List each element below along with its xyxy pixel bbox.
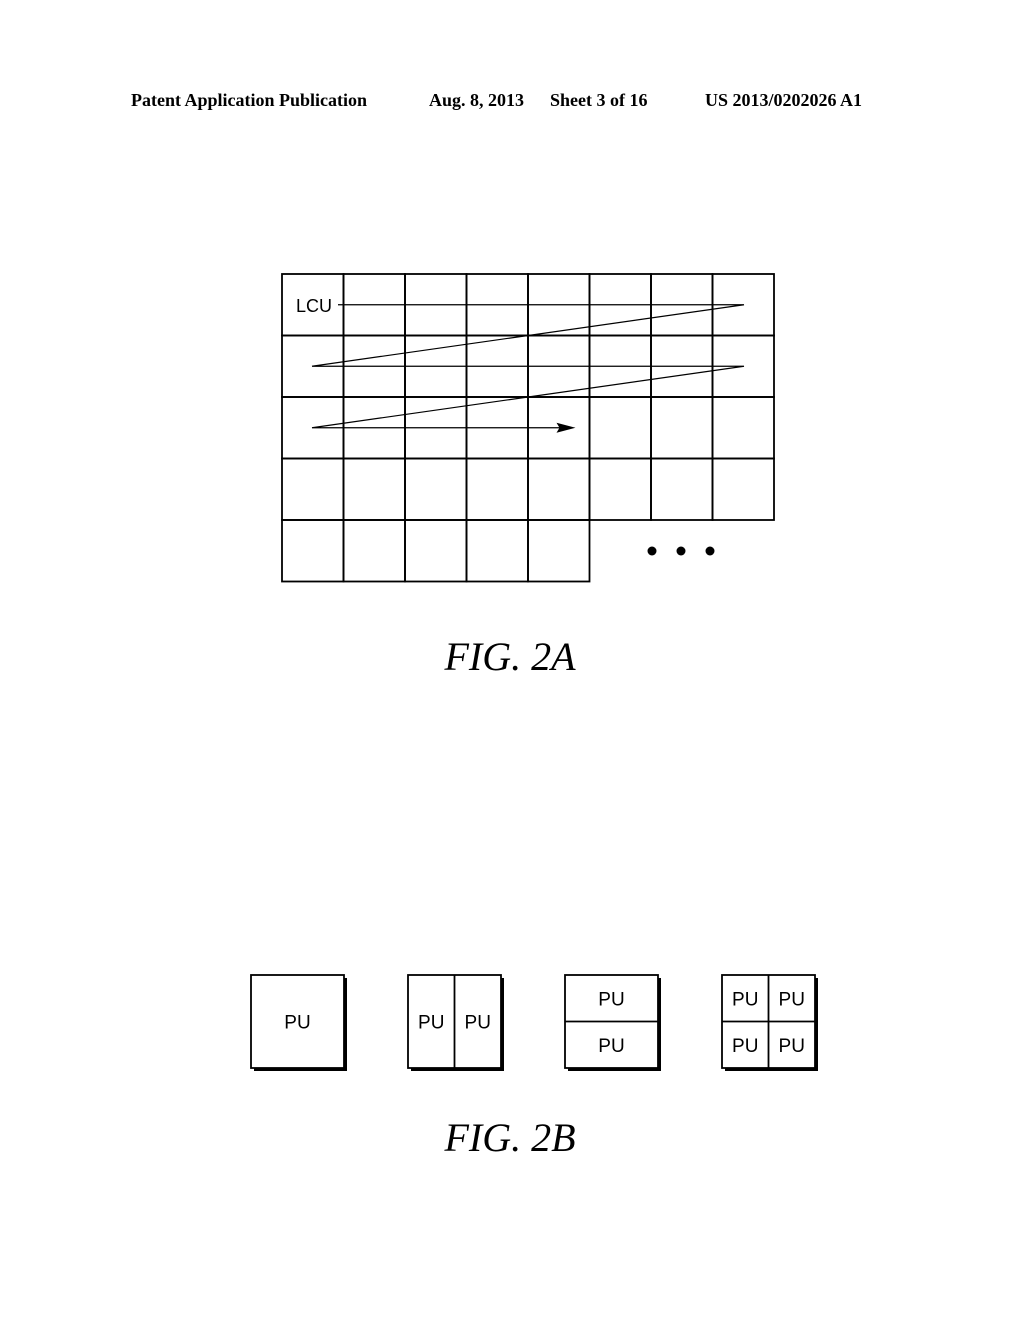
pu-label: PU (598, 1036, 624, 1057)
continuation-ellipsis (647, 546, 715, 556)
lcu-cell (465, 519, 529, 583)
pu-partition-2nxn: PU PU (564, 974, 661, 1071)
pu-label: PU (779, 989, 805, 1010)
lcu-cell (588, 457, 652, 521)
pu-label: PU (418, 1013, 444, 1034)
pu-shadow (568, 978, 661, 1071)
lcu-cell (527, 519, 591, 583)
pu-partition-nx2n: PU PU (407, 974, 504, 1071)
pu-label: PU (732, 1036, 758, 1057)
lcu-cell (465, 457, 529, 521)
pu-partition-nxn: PU PU PU PU (721, 974, 818, 1071)
pu-shadow (411, 978, 504, 1071)
pu-label: PU (284, 1013, 310, 1034)
fig-2b-caption: FIG. 2B (444, 1115, 576, 1160)
lcu-cell (281, 519, 345, 583)
pu-block (250, 974, 345, 1069)
lcu-cell (281, 457, 345, 521)
pu-block (407, 974, 502, 1069)
pu-label: PU (465, 1013, 491, 1034)
lcu-cell (650, 457, 714, 521)
lcu-cell (650, 396, 714, 460)
lcu-cell (527, 457, 591, 521)
fig-2a-caption: FIG. 2A (444, 634, 576, 679)
fig-2a-lcu-grid: LCU (281, 273, 775, 583)
lcu-cell (711, 457, 775, 521)
lcu-cell (404, 519, 468, 583)
lcu-cell (588, 396, 652, 460)
pu-block (564, 974, 659, 1069)
pu-label: PU (779, 1036, 805, 1057)
lcu-cell (342, 519, 406, 583)
pu-partition-2nx2n: PU (250, 974, 347, 1071)
lcu-cell (711, 396, 775, 460)
pu-label: PU (732, 989, 758, 1010)
pu-partition-set: PU PU PU PU PU PU PU PU PU (250, 974, 818, 1071)
lcu-cell (342, 457, 406, 521)
ellipsis-dot (676, 546, 686, 556)
lcu-cell (404, 457, 468, 521)
pu-shadow (725, 978, 818, 1071)
ellipsis-dot (647, 546, 657, 556)
ellipsis-dot (705, 546, 715, 556)
pu-shadow (254, 978, 347, 1071)
lcu-label: LCU (296, 296, 332, 316)
pu-label: PU (598, 989, 624, 1010)
pu-block (721, 974, 816, 1069)
